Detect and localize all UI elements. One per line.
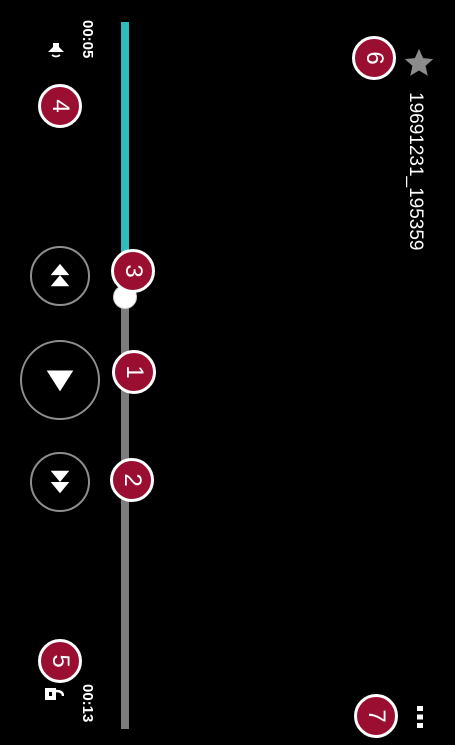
callout-1: 1 <box>112 350 156 394</box>
fast-forward-button[interactable] <box>30 452 90 512</box>
rewind-icon <box>50 263 70 287</box>
volume-icon[interactable] <box>45 41 67 63</box>
file-name: 19691231_195359 <box>405 92 426 251</box>
callout-3: 3 <box>111 249 155 293</box>
total-time: 00:13 <box>79 684 96 723</box>
star-icon[interactable] <box>402 46 436 80</box>
video-player-screen: 19691231_195359 00:05 00:13 1 2 3 4 5 6 … <box>0 0 455 745</box>
play-icon <box>46 370 74 392</box>
lock-icon[interactable] <box>44 684 64 704</box>
play-button[interactable] <box>20 340 100 420</box>
current-time: 00:05 <box>79 20 96 59</box>
fast-forward-icon <box>50 470 70 494</box>
callout-4: 4 <box>38 84 82 128</box>
more-icon[interactable] <box>405 702 435 732</box>
rewind-button[interactable] <box>30 246 90 306</box>
callout-2: 2 <box>110 458 154 502</box>
callout-7: 7 <box>354 694 398 738</box>
callout-5: 5 <box>38 639 82 683</box>
callout-6: 6 <box>352 36 396 80</box>
